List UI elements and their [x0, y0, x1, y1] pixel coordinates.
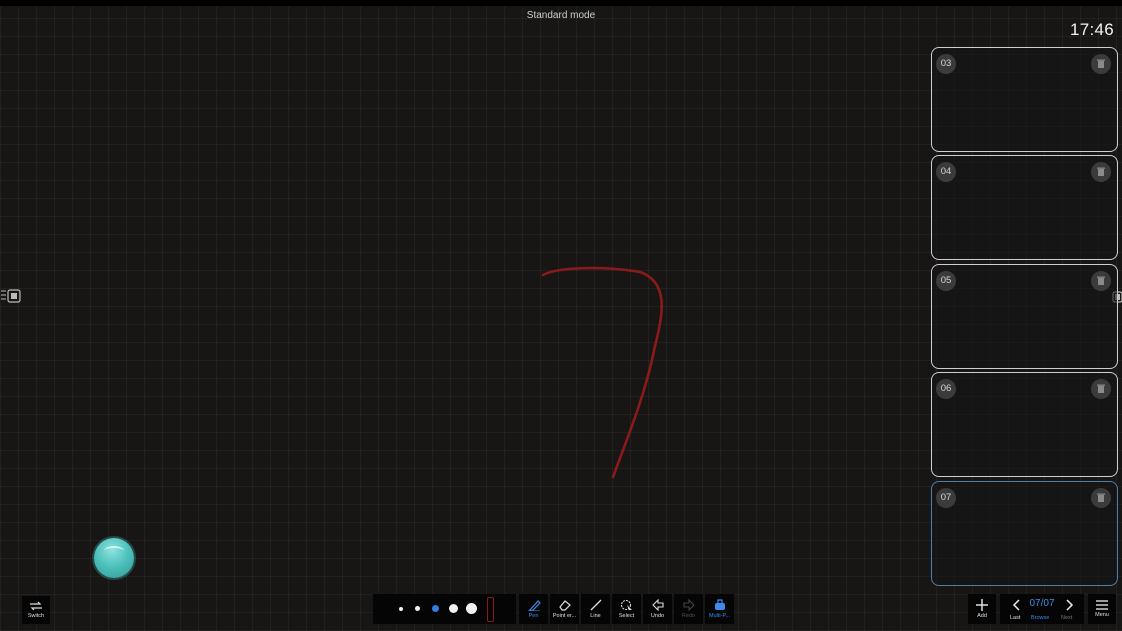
- ink-stroke: [541, 266, 663, 479]
- page-counter[interactable]: 07/07: [1024, 598, 1060, 609]
- last-page-label[interactable]: Last: [1010, 615, 1020, 621]
- line-label: Line: [590, 613, 601, 619]
- redo-button[interactable]: Redo: [674, 594, 703, 624]
- add-label: Add: [977, 613, 987, 619]
- add-page-button[interactable]: Add: [968, 594, 996, 624]
- select-tool-button[interactable]: Select: [612, 594, 641, 624]
- eraser-icon: [558, 600, 571, 611]
- page-number-badge: 03: [936, 54, 956, 74]
- page-number-badge: 05: [936, 271, 956, 291]
- pen-size-4[interactable]: [449, 604, 458, 613]
- multi-pen-label: Multi-P...: [709, 613, 730, 619]
- left-sidebar-handle[interactable]: [0, 287, 26, 307]
- page-thumbnail-current[interactable]: 07: [931, 481, 1118, 586]
- page-thumbnail[interactable]: 03: [931, 47, 1118, 152]
- trash-icon[interactable]: [1091, 379, 1111, 399]
- chevron-right-icon[interactable]: [1066, 599, 1074, 611]
- page-thumbnail[interactable]: 05: [931, 264, 1118, 369]
- clock: 17:46: [1069, 20, 1114, 39]
- undo-label: Undo: [650, 613, 665, 619]
- page-thumbnail[interactable]: 06: [931, 372, 1118, 477]
- redo-label: Redo: [681, 613, 696, 619]
- switch-icon: [30, 601, 42, 611]
- browse-label[interactable]: Browse: [1031, 615, 1049, 621]
- page-number-badge: 04: [936, 162, 956, 182]
- pen-size-3-selected[interactable]: [432, 605, 439, 612]
- tool-strip: Pen Point er... Line Select Undo Redo Mu…: [519, 594, 764, 624]
- multi-pen-button[interactable]: Multi-P...: [705, 594, 734, 624]
- plus-icon: [976, 599, 988, 611]
- trash-icon[interactable]: [1091, 488, 1111, 508]
- pen-label: Pen: [528, 613, 539, 619]
- page-thumbnail-panel: 03 04 05 06 07: [931, 47, 1118, 588]
- next-page-label[interactable]: Next: [1061, 615, 1072, 621]
- point-eraser-button[interactable]: Point er...: [550, 594, 579, 624]
- switch-label: Switch: [27, 613, 45, 619]
- trash-icon[interactable]: [1091, 54, 1111, 74]
- multi-pen-icon: [714, 599, 725, 610]
- pen-size-2[interactable]: [415, 606, 420, 611]
- chevron-left-icon[interactable]: [1012, 599, 1020, 611]
- pen-color-swatch[interactable]: [487, 597, 494, 622]
- menu-label: Menu: [1095, 612, 1109, 618]
- switch-button[interactable]: Switch: [22, 596, 50, 624]
- whiteboard-canvas[interactable]: [0, 6, 920, 591]
- page-thumbnail[interactable]: 04: [931, 155, 1118, 260]
- trash-icon[interactable]: [1091, 271, 1111, 291]
- menu-button[interactable]: Menu: [1088, 594, 1116, 624]
- page-navigator: 07/07 Last Browse Next: [1000, 594, 1084, 624]
- page-number-badge: 06: [936, 379, 956, 399]
- page-number-badge: 07: [936, 488, 956, 508]
- pen-tool-button[interactable]: Pen: [519, 594, 548, 624]
- undo-icon: [651, 599, 664, 611]
- sidebar-toggle-icon: [1, 289, 21, 303]
- select-icon: [620, 599, 632, 611]
- pen-options-bar: [373, 594, 516, 624]
- select-label: Select: [618, 613, 635, 619]
- undo-button[interactable]: Undo: [643, 594, 672, 624]
- line-tool-button[interactable]: Line: [581, 594, 610, 624]
- floating-menu-ball[interactable]: [94, 538, 134, 578]
- pen-size-5[interactable]: [466, 603, 477, 614]
- trash-icon[interactable]: [1091, 162, 1111, 182]
- menu-icon: [1096, 600, 1108, 610]
- pen-size-1[interactable]: [399, 607, 403, 611]
- redo-icon: [682, 599, 695, 611]
- line-icon: [590, 599, 601, 611]
- pen-icon: [527, 600, 541, 611]
- eraser-label: Point er...: [552, 613, 577, 619]
